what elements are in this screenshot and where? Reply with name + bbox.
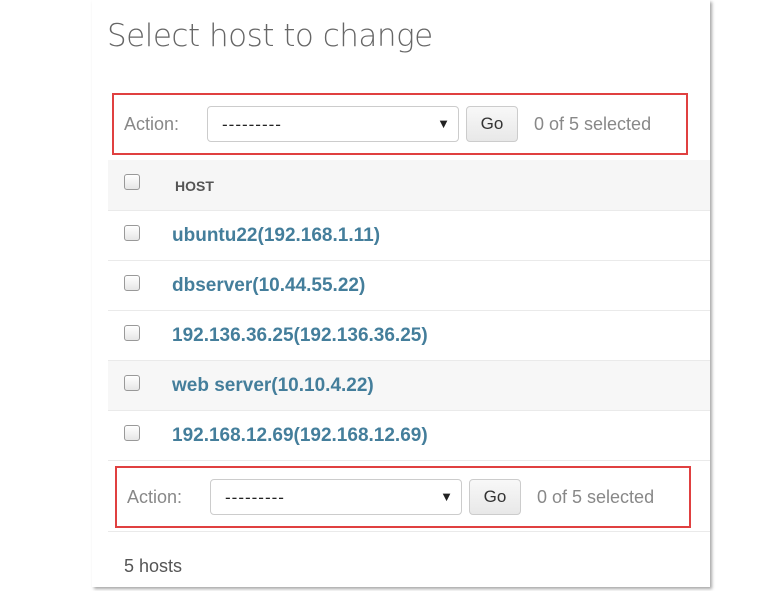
action-select[interactable]: --------- ▼ [207, 106, 459, 142]
table-row: web server(10.10.4.22) [108, 361, 710, 411]
row-checkbox[interactable] [124, 375, 140, 391]
table-row: 192.168.12.69(192.168.12.69) [108, 411, 710, 461]
host-link[interactable]: 192.168.12.69(192.168.12.69) [172, 425, 428, 447]
column-header-host[interactable]: HOST [175, 178, 214, 194]
host-link[interactable]: 192.136.36.25(192.136.36.25) [172, 325, 428, 347]
action-bar-bottom: Action: --------- ▼ Go 0 of 5 selected [115, 466, 691, 528]
table-row: 192.136.36.25(192.136.36.25) [108, 311, 710, 361]
row-checkbox[interactable] [124, 225, 140, 241]
go-button[interactable]: Go [469, 479, 521, 515]
action-label: Action: [127, 487, 183, 507]
caret-down-icon: ▼ [437, 116, 450, 131]
table-row: ubuntu22(192.168.1.11) [108, 211, 710, 261]
divider [108, 531, 710, 532]
caret-down-icon: ▼ [440, 489, 453, 504]
paginator: 5 hosts [124, 556, 183, 576]
selection-count: 0 of 5 selected [537, 487, 655, 507]
row-checkbox[interactable] [124, 325, 140, 341]
row-checkbox[interactable] [124, 425, 140, 441]
select-all-checkbox[interactable] [124, 174, 140, 190]
host-link[interactable]: ubuntu22(192.168.1.11) [172, 225, 380, 247]
action-select[interactable]: --------- ▼ [210, 479, 462, 515]
action-bar-top: Action: --------- ▼ Go 0 of 5 selected [112, 93, 688, 155]
page-title: Select host to change [107, 18, 433, 54]
host-link[interactable]: dbserver(10.44.55.22) [172, 275, 365, 297]
row-checkbox[interactable] [124, 275, 140, 291]
table-row: dbserver(10.44.55.22) [108, 261, 710, 311]
table-header: HOST [108, 160, 710, 211]
results-table: HOST ubuntu22(192.168.1.11) dbserver(10.… [108, 160, 710, 461]
go-button[interactable]: Go [466, 106, 518, 142]
action-label: Action: [124, 114, 180, 134]
host-link[interactable]: web server(10.10.4.22) [172, 375, 374, 397]
action-select-value: --------- [225, 488, 285, 507]
selection-count: 0 of 5 selected [534, 114, 652, 134]
action-select-value: --------- [222, 115, 282, 134]
